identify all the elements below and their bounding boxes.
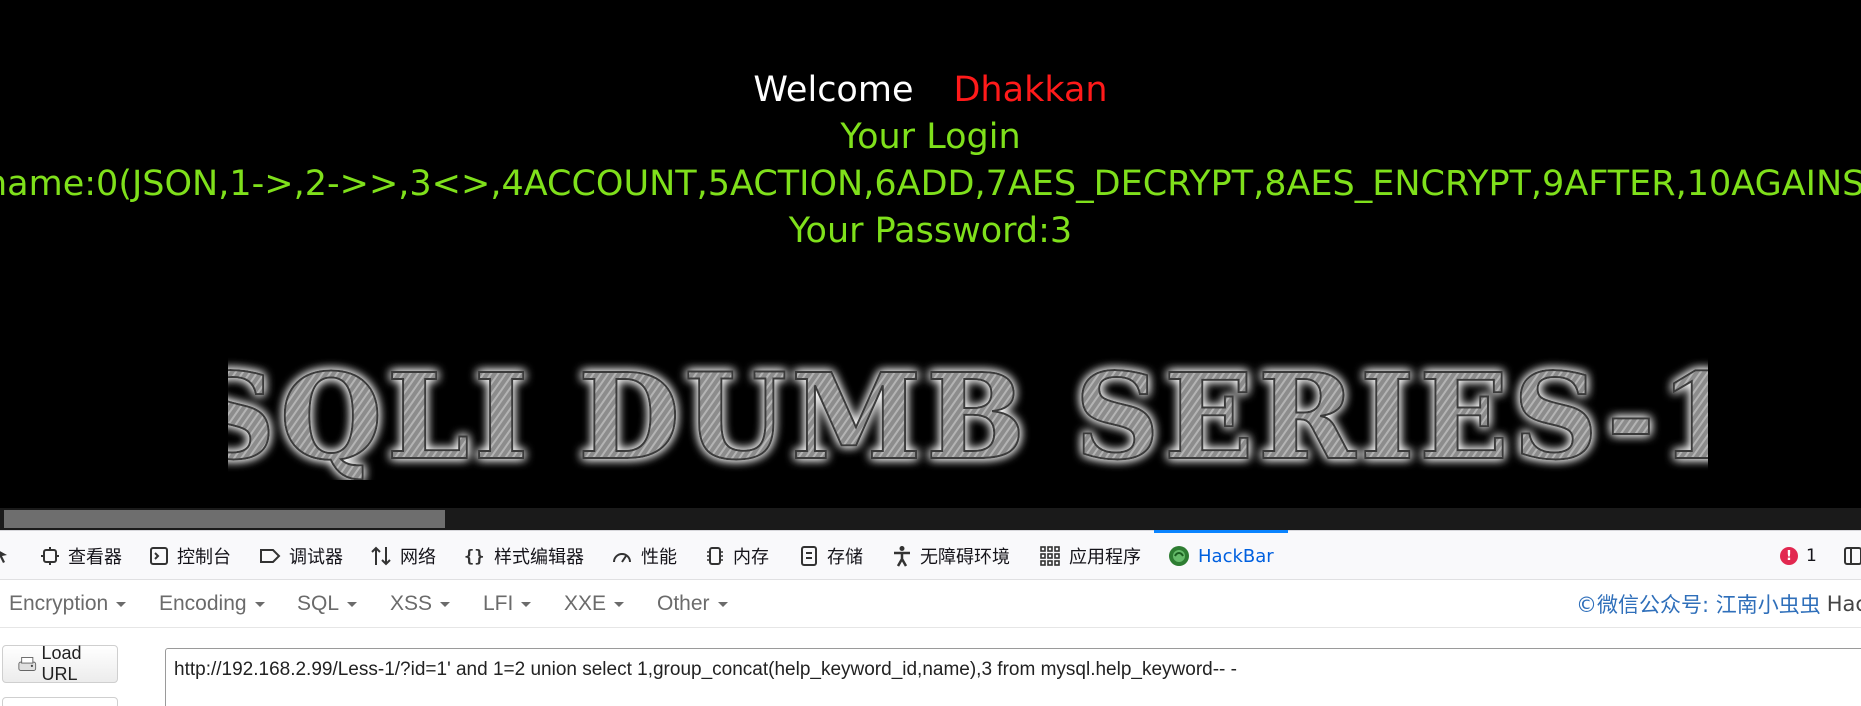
menu-encoding[interactable]: Encoding — [159, 580, 265, 628]
caret-down-icon — [717, 601, 728, 607]
error-icon: ! — [1780, 547, 1798, 565]
tab-accessibility[interactable]: 无障碍环境 — [892, 531, 1010, 581]
credit-text: ©微信公众号: 江南小虫虫Hack — [1576, 580, 1861, 628]
welcome-line: Welcome Dhakkan — [0, 70, 1861, 110]
menu-other[interactable]: Other — [657, 580, 728, 628]
menu-label: SQL — [297, 592, 340, 615]
credit-tail: Hack — [1826, 592, 1861, 616]
browser-window: Welcome Dhakkan Your Login name:0(JSON,1-… — [0, 0, 1861, 706]
menu-label: LFI — [483, 592, 514, 615]
tab-style-editor[interactable]: {} 样式编辑器 — [464, 531, 584, 581]
tab-network[interactable]: 网络 — [370, 531, 436, 581]
tab-label: 无障碍环境 — [920, 547, 1010, 568]
tab-label: HackBar — [1198, 545, 1274, 567]
menu-label: Encoding — [159, 592, 247, 615]
tab-label: 性能 — [641, 547, 677, 568]
menu-label: Encryption — [9, 592, 109, 615]
welcome-text: Welcome — [753, 70, 914, 110]
caret-down-icon — [521, 601, 532, 607]
tab-console[interactable]: 控制台 — [149, 531, 231, 581]
query-result-password: Your Password:3 — [788, 211, 1073, 251]
load-url-button[interactable]: Load URL — [2, 643, 118, 684]
tab-label: 查看器 — [68, 547, 122, 568]
devtools-panel: 查看器 控制台 调试器 网络 {} 样式编辑器 性能 内存 存储 无障碍环境 应… — [0, 530, 1861, 706]
tab-inspector[interactable]: 查看器 — [40, 531, 122, 581]
user-name: Dhakkan — [953, 70, 1108, 110]
accessibility-icon — [894, 546, 910, 567]
menu-xss[interactable]: XSS — [390, 580, 451, 628]
hackbar-icon — [1169, 546, 1189, 566]
tab-label: 控制台 — [177, 547, 231, 568]
tab-debugger[interactable]: 调试器 — [259, 531, 343, 581]
element-picker-icon[interactable] — [0, 531, 20, 581]
horizontal-scrollbar[interactable] — [0, 508, 1861, 530]
menu-lfi[interactable]: LFI — [483, 580, 532, 628]
devtools-toolbar: 查看器 控制台 调试器 网络 {} 样式编辑器 性能 内存 存储 无障碍环境 应… — [0, 530, 1861, 580]
query-result-name: name:0(JSON,1->,2->>,3<>,4ACCOUNT,5ACTIO… — [0, 164, 1861, 204]
storage-icon — [801, 546, 817, 566]
memory-icon — [707, 547, 723, 565]
tab-label: 样式编辑器 — [494, 547, 584, 568]
caret-down-icon — [254, 601, 265, 607]
caret-down-icon — [440, 601, 451, 607]
style-editor-icon: {} — [464, 547, 484, 566]
performance-icon — [613, 553, 631, 563]
credit-label: ©微信公众号: 江南小虫虫 — [1576, 593, 1821, 617]
tab-application[interactable]: 应用程序 — [1039, 531, 1141, 581]
sqli-banner-logo: SQLI DUMB SERIES-1 — [228, 350, 1708, 480]
dock-side-icon[interactable] — [1842, 546, 1861, 566]
inspector-icon — [41, 547, 59, 565]
menu-label: Other — [657, 592, 710, 615]
svg-text:{}: {} — [464, 547, 484, 566]
web-content: Welcome Dhakkan Your Login name:0(JSON,1-… — [0, 0, 1861, 508]
tab-performance[interactable]: 性能 — [611, 531, 677, 581]
menu-encryption[interactable]: Encryption — [9, 580, 127, 628]
tab-label: 内存 — [733, 547, 769, 568]
tab-memory[interactable]: 内存 — [705, 531, 769, 581]
hackbar-body: Load URL http://192.168.2.99/Less-1/?id=… — [0, 628, 1861, 706]
network-icon — [371, 546, 391, 566]
hackbar-menu: Encryption Encoding SQL XSS LFI XXE Othe… — [0, 580, 1861, 628]
application-icon — [1040, 546, 1060, 566]
svg-text:SQLI DUMB SERIES-1: SQLI DUMB SERIES-1 — [228, 350, 1708, 480]
load-url-label: Load URL — [41, 643, 82, 684]
tab-hackbar[interactable]: HackBar — [1154, 530, 1288, 581]
menu-xxe[interactable]: XXE — [564, 580, 625, 628]
menu-label: XXE — [564, 592, 607, 615]
caret-down-icon — [614, 601, 625, 607]
tab-label: 调试器 — [289, 547, 343, 568]
tab-label: 应用程序 — [1069, 547, 1141, 568]
load-url-icon — [18, 657, 37, 671]
menu-sql[interactable]: SQL — [297, 580, 358, 628]
tab-label: 网络 — [400, 547, 436, 568]
login-heading: Your Login — [840, 117, 1021, 157]
console-icon — [150, 547, 168, 565]
caret-down-icon — [347, 601, 358, 607]
tab-label: 存储 — [827, 547, 863, 568]
url-input[interactable]: http://192.168.2.99/Less-1/?id=1' and 1=… — [165, 648, 1861, 706]
scrollbar-thumb[interactable] — [4, 510, 445, 528]
caret-down-icon — [116, 601, 127, 607]
error-count: 1 — [1806, 546, 1817, 566]
error-counter[interactable]: ! 1 — [1780, 531, 1817, 581]
debugger-icon — [260, 549, 281, 563]
tab-storage[interactable]: 存储 — [799, 531, 863, 581]
menu-label: XSS — [390, 592, 433, 615]
split-url-button[interactable] — [2, 697, 118, 706]
